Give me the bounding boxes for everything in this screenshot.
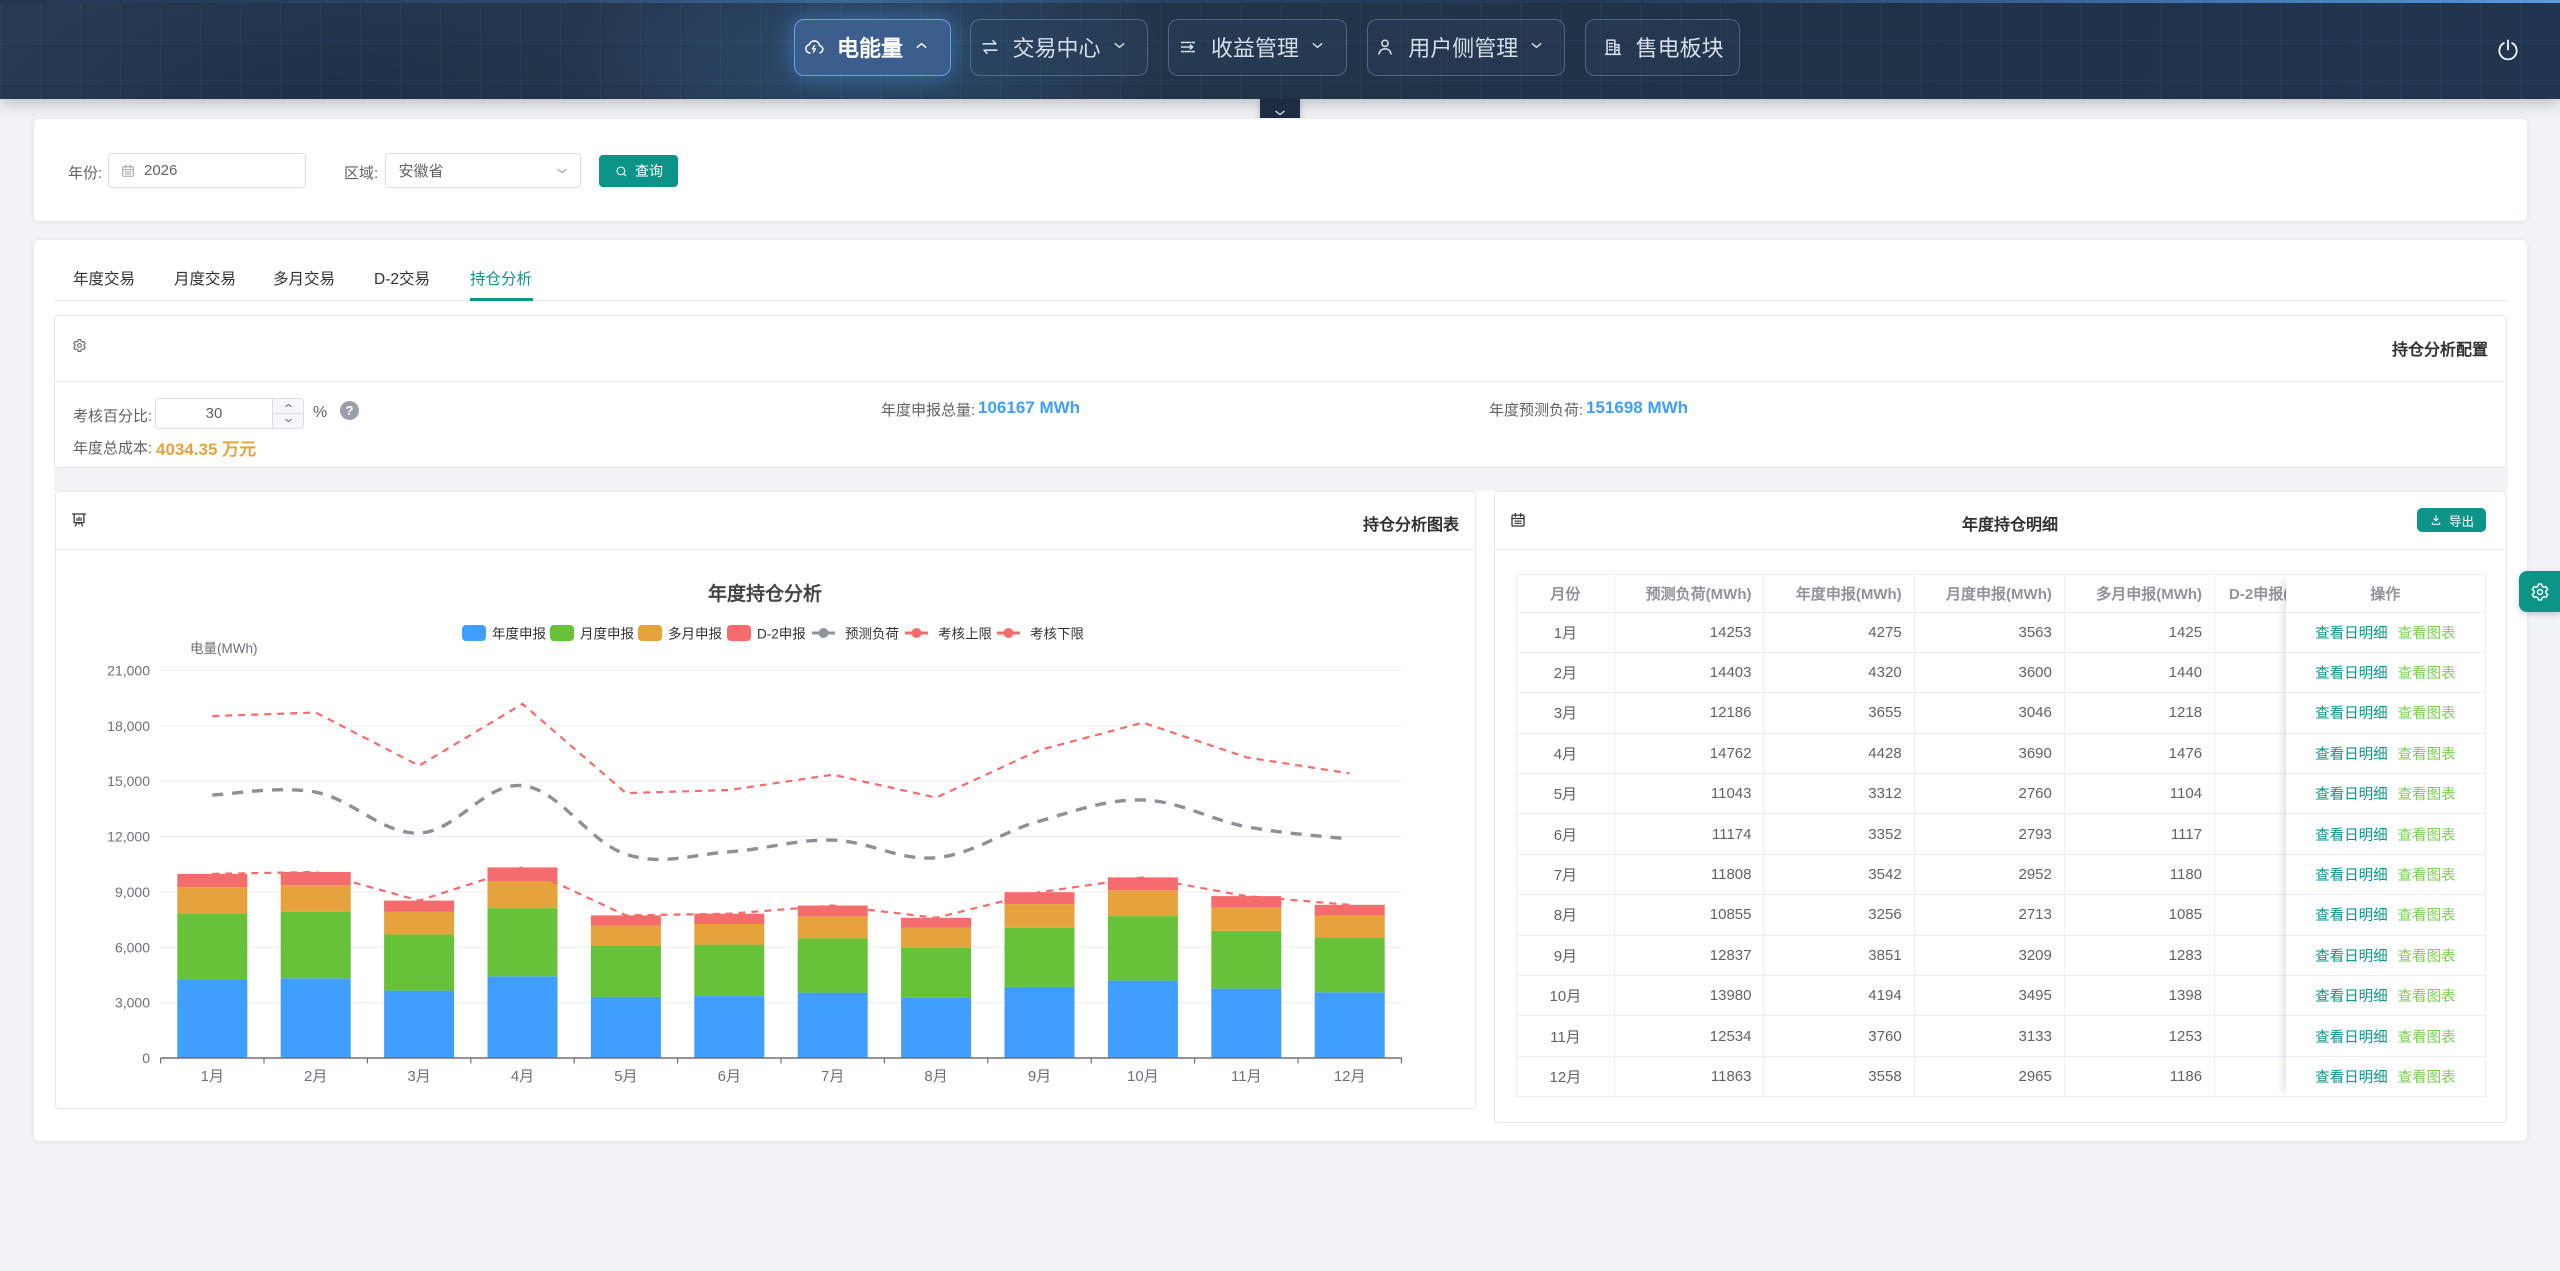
svg-text:预测负荷: 预测负荷: [845, 627, 899, 642]
svg-text:3月: 3月: [407, 1068, 430, 1085]
svg-text:5月: 5月: [614, 1068, 637, 1085]
svg-text:0: 0: [142, 1050, 150, 1066]
svg-text:18,000: 18,000: [107, 718, 150, 734]
svg-text:8月: 8月: [924, 1068, 947, 1085]
svg-text:年度申报: 年度申报: [492, 627, 546, 642]
svg-text:D-2申报: D-2申报: [757, 627, 806, 642]
svg-text:考核上限: 考核上限: [938, 627, 992, 642]
svg-text:9月: 9月: [1028, 1068, 1051, 1085]
svg-text:10月: 10月: [1127, 1068, 1159, 1085]
svg-text:7月: 7月: [821, 1068, 844, 1085]
svg-text:1月: 1月: [201, 1068, 224, 1085]
svg-text:6月: 6月: [718, 1068, 741, 1085]
svg-text:月度申报: 月度申报: [580, 627, 634, 642]
svg-text:9,000: 9,000: [115, 884, 150, 900]
svg-text:3,000: 3,000: [115, 995, 150, 1011]
svg-text:11月: 11月: [1231, 1068, 1262, 1085]
svg-text:12月: 12月: [1334, 1068, 1366, 1085]
svg-text:12,000: 12,000: [107, 829, 150, 845]
svg-text:2月: 2月: [304, 1068, 327, 1085]
svg-text:考核下限: 考核下限: [1030, 627, 1084, 642]
svg-text:多月申报: 多月申报: [668, 626, 722, 642]
svg-text:15,000: 15,000: [107, 773, 150, 789]
svg-text:4月: 4月: [511, 1068, 534, 1085]
svg-text:21,000: 21,000: [107, 663, 150, 679]
svg-text:年度持仓分析: 年度持仓分析: [708, 582, 822, 605]
svg-text:6,000: 6,000: [115, 939, 150, 955]
svg-text:电量(MWh): 电量(MWh): [190, 641, 258, 656]
